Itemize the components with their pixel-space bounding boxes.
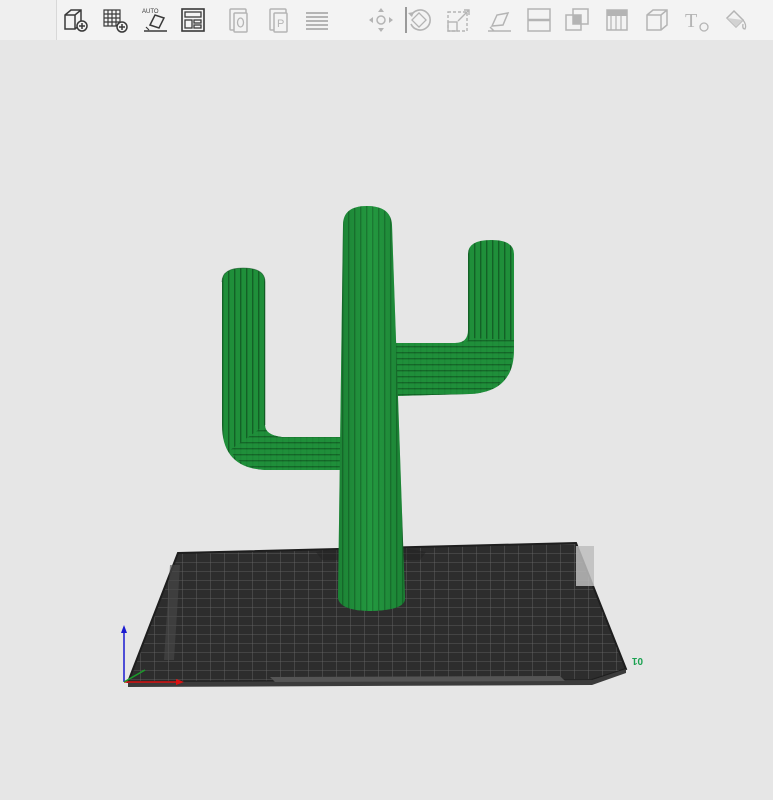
scale-button[interactable] xyxy=(443,4,475,36)
auto-orient-icon: AUTO xyxy=(142,9,167,32)
cube-plus-icon xyxy=(64,9,88,32)
lay-on-face-button[interactable] xyxy=(483,4,515,36)
seam-paint-button[interactable] xyxy=(641,4,673,36)
add-plate-button[interactable] xyxy=(99,4,131,36)
arrange-layout-icon xyxy=(181,8,205,32)
move-button[interactable] xyxy=(365,4,397,36)
rotate-icon xyxy=(408,9,431,31)
paste-label: P xyxy=(277,18,284,30)
text-button[interactable]: T xyxy=(681,4,713,36)
add-object-button[interactable] xyxy=(59,4,91,36)
3d-viewport[interactable]: 01 xyxy=(0,40,773,800)
layers-button[interactable] xyxy=(301,4,333,36)
boolean-icon xyxy=(565,8,589,31)
toolbar-strip: AUTO P T xyxy=(56,0,773,41)
seam-paint-icon xyxy=(646,9,668,31)
move-arrows-icon xyxy=(369,8,393,32)
3d-scene: 01 xyxy=(121,206,643,687)
support-paint-icon xyxy=(606,9,628,31)
boolean-button[interactable] xyxy=(561,4,593,36)
auto-orient-label: AUTO xyxy=(142,9,159,15)
top-toolbar: AUTO P T xyxy=(0,0,773,41)
grid-plus-icon xyxy=(103,9,128,33)
paste-button[interactable]: P xyxy=(263,4,295,36)
text-tool-icon: T xyxy=(685,10,709,32)
rotate-button[interactable] xyxy=(403,4,435,36)
copy-button[interactable] xyxy=(223,4,255,36)
color-paint-button[interactable] xyxy=(719,4,751,36)
paste-icon: P xyxy=(269,8,288,33)
arrange-button[interactable] xyxy=(177,4,209,36)
paint-bucket-icon xyxy=(725,9,747,30)
cut-icon xyxy=(527,8,551,32)
cut-button[interactable] xyxy=(523,4,555,36)
layers-icon xyxy=(306,12,328,30)
auto-orient-button[interactable]: AUTO xyxy=(139,4,171,36)
lay-on-face-icon xyxy=(488,12,511,32)
scale-icon xyxy=(447,9,470,32)
support-paint-button[interactable] xyxy=(601,4,633,36)
plate-number: 01 xyxy=(631,655,643,666)
bed-label-plate xyxy=(576,546,594,586)
text-tool-label: T xyxy=(685,10,697,32)
copy-icon xyxy=(229,8,248,33)
